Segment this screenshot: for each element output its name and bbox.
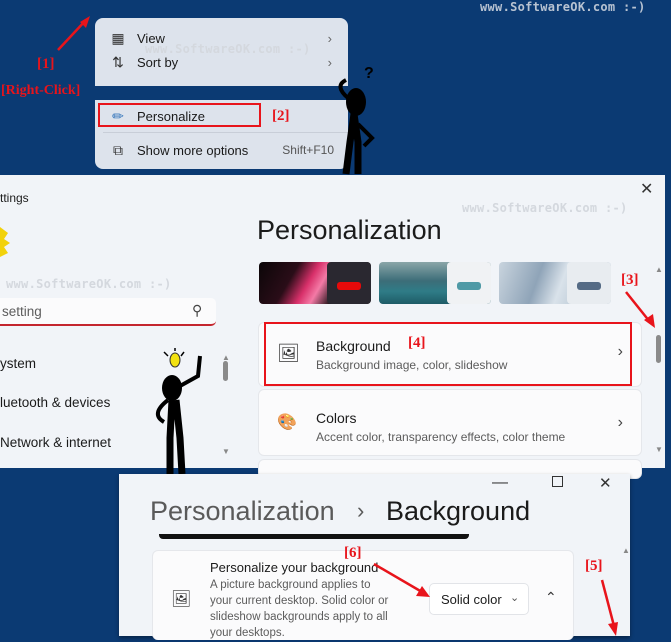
search-input[interactable]: setting ⚲: [0, 298, 216, 326]
breadcrumb-current: Background: [386, 496, 531, 526]
annotation-3: [3]: [621, 272, 639, 288]
chevron-right-icon: ›: [327, 30, 332, 46]
scroll-up-icon[interactable]: ▲: [622, 546, 630, 555]
annotation-2: [2]: [272, 108, 290, 124]
annotation-right-click: [Right-Click]: [1, 83, 81, 98]
search-icon: ⚲: [192, 302, 203, 318]
close-button[interactable]: ✕: [640, 179, 653, 199]
sidebar-item-bluetooth[interactable]: luetooth & devices: [0, 395, 110, 410]
setting-description: A picture background applies to your cur…: [210, 579, 389, 639]
annotation-4: [4]: [408, 335, 426, 351]
breadcrumb-separator: ›: [357, 498, 365, 523]
grid-icon: ▦: [111, 29, 125, 46]
context-menu-top: ▦ View › ⇅ Sort by › www.SoftwareOK.com …: [95, 18, 348, 86]
watermark-sidebar: www.SoftwareOK.com :-): [6, 277, 172, 291]
sidebar-item-network[interactable]: Network & internet: [0, 435, 111, 450]
personalize-background-card: 🖼 Personalize your background A picture …: [152, 550, 574, 640]
theme-swatch: [447, 262, 491, 304]
annotation-1: [1]: [37, 56, 55, 72]
svg-text:?: ?: [364, 65, 374, 82]
sidebar-item-system[interactable]: ystem: [0, 356, 36, 371]
sort-icon: ⇅: [112, 53, 124, 70]
settings-window: ttings ✕ www.SoftwareOK.com :-) www.Soft…: [0, 175, 665, 479]
chevron-up-icon[interactable]: ⌃: [545, 589, 557, 606]
annotation-arrow-5: [600, 579, 618, 636]
colors-card[interactable]: 🎨 Colors Accent color, transparency effe…: [258, 389, 642, 456]
menu-divider: [103, 132, 348, 133]
theme-swatch: [567, 262, 611, 304]
theme-thumbnail-1[interactable]: [259, 262, 371, 304]
highlight-box-2: [98, 103, 261, 127]
window-title: ttings: [0, 191, 29, 205]
background-type-dropdown[interactable]: Solid color ⌄: [429, 583, 529, 615]
chevron-right-icon: ›: [617, 414, 623, 431]
annotation-arrow-1: [57, 16, 90, 51]
sidebar-scrollbar-thumb[interactable]: [223, 361, 228, 381]
main-scrollbar-thumb[interactable]: [656, 335, 661, 363]
open-external-icon: ⧉: [113, 141, 123, 158]
annotation-6: [6]: [344, 545, 362, 561]
theme-thumbnail-3[interactable]: [499, 262, 611, 304]
image-icon: 🖼: [171, 591, 192, 608]
scroll-down-icon[interactable]: ▼: [222, 447, 230, 456]
idea-figure-icon: [156, 348, 202, 475]
annotation-5: [5]: [585, 558, 603, 574]
chevron-down-icon: ⌄: [510, 592, 520, 604]
minimize-button[interactable]: —: [492, 474, 508, 492]
title-underline: [159, 534, 469, 539]
menu-item-show-more-options[interactable]: ⧉ Show more options Shift+F10: [95, 138, 348, 162]
breadcrumb-parent[interactable]: Personalization: [150, 496, 335, 527]
highlight-box-4: [264, 322, 632, 386]
palette-icon: 🎨: [277, 414, 297, 431]
watermark-top: www.SoftwareOK.com :-): [480, 0, 646, 14]
scroll-up-icon[interactable]: ▲: [655, 265, 663, 274]
theme-thumbnail-2[interactable]: [379, 262, 491, 304]
annotation-arrow-6: [373, 562, 430, 597]
close-button[interactable]: ✕: [599, 474, 612, 492]
page-title: Personalization: [257, 215, 442, 245]
watermark-menu: www.SoftwareOK.com :-): [145, 42, 311, 56]
scroll-down-icon[interactable]: ▼: [655, 445, 663, 454]
confused-figure-icon: ?: [338, 65, 375, 175]
watermark-settings: www.SoftwareOK.com :-): [462, 201, 628, 215]
avatar: [0, 227, 10, 257]
maximize-button[interactable]: [552, 476, 563, 487]
background-window: — ✕ Personalization › Background ▲ 🖼 Per…: [119, 474, 630, 640]
theme-swatch: [327, 262, 371, 304]
